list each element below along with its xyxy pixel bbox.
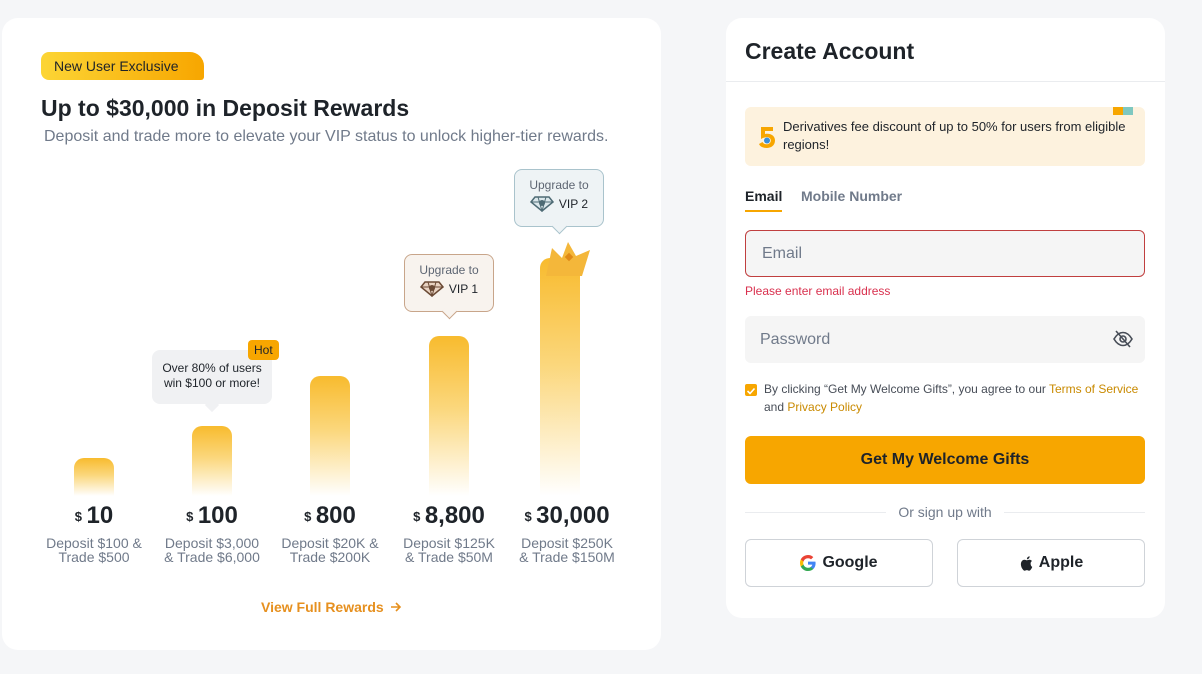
tab-email[interactable]: Email bbox=[745, 188, 783, 212]
divider bbox=[726, 81, 1165, 82]
google-icon bbox=[800, 555, 817, 571]
tier-requirement: Deposit $125K & Trade $50M bbox=[403, 535, 495, 565]
upgrade-vip1-tooltip: Upgrade to VIP 1 bbox=[404, 254, 494, 312]
tier-amount: $ 8,800 bbox=[413, 502, 485, 529]
email-field[interactable]: Email bbox=[745, 230, 1145, 277]
apple-label: Apple bbox=[1038, 554, 1084, 571]
reward-bar-30000 bbox=[540, 258, 580, 496]
upgrade-vip2-tooltip: Upgrade to VIP 2 bbox=[514, 169, 604, 227]
apple-icon bbox=[1020, 556, 1033, 571]
privacy-link[interactable]: Privacy Policy bbox=[787, 400, 862, 414]
hot-tooltip-line: Over 80% of users bbox=[162, 361, 262, 375]
reward-bar-800 bbox=[310, 376, 350, 496]
email-error-text: Please enter email address bbox=[745, 284, 891, 298]
form-title: Create Account bbox=[745, 38, 915, 64]
crown-icon bbox=[546, 242, 590, 276]
reward-bar-8800 bbox=[429, 336, 469, 496]
tier-amount: $ 30,000 bbox=[524, 502, 610, 529]
create-account-card: Create Account Derivatives fee discount … bbox=[726, 18, 1165, 618]
tier-requirement: Deposit $250K & Trade $150M bbox=[519, 535, 615, 565]
upgrade-label: Upgrade to bbox=[529, 178, 589, 192]
five-icon bbox=[759, 127, 775, 148]
apple-signup-button[interactable]: Apple bbox=[957, 539, 1145, 587]
google-signup-button[interactable]: Google bbox=[745, 539, 933, 587]
reward-bar-10 bbox=[74, 458, 114, 496]
google-label: Google bbox=[822, 554, 878, 571]
notice-corner-decoration bbox=[1113, 107, 1133, 115]
agreement-text: By clicking “Get My Welcome Gifts”, you … bbox=[764, 382, 1139, 414]
tier-requirement: Deposit $20K & Trade $200K bbox=[281, 535, 379, 565]
terms-link[interactable]: Terms of Service bbox=[1049, 382, 1138, 396]
tier-amount: $ 100 bbox=[186, 502, 238, 529]
tab-mobile-number[interactable]: Mobile Number bbox=[801, 188, 902, 204]
rewards-title: Up to $30,000 in Deposit Rewards bbox=[41, 95, 410, 121]
notice-text: Derivatives fee discount of up to 50% fo… bbox=[783, 119, 1126, 152]
view-full-rewards-label: View Full Rewards bbox=[261, 599, 384, 615]
upgrade-label: Upgrade to bbox=[419, 263, 479, 277]
tier-amount: $ 10 bbox=[74, 502, 114, 529]
hot-tooltip-line: win $100 or more! bbox=[163, 376, 261, 390]
eye-off-icon[interactable] bbox=[1113, 330, 1133, 348]
or-sign-up-text: Or sign up with bbox=[898, 504, 992, 520]
tier-requirement: Deposit $3,000 & Trade $6,000 bbox=[164, 535, 260, 565]
reward-bar-100 bbox=[192, 426, 232, 496]
vip2-label: VIP 2 bbox=[558, 197, 589, 211]
rewards-subtitle: Deposit and trade more to elevate your V… bbox=[44, 128, 609, 145]
vip1-diamond-icon bbox=[419, 281, 444, 297]
arrow-right-icon bbox=[390, 602, 401, 612]
check-icon bbox=[746, 387, 756, 395]
vip2-diamond-icon bbox=[529, 196, 554, 212]
rewards-card: New User Exclusive Up to $30,000 in Depo… bbox=[2, 18, 661, 650]
view-full-rewards-link[interactable]: View Full Rewards bbox=[261, 599, 402, 615]
fee-discount-notice: Derivatives fee discount of up to 50% fo… bbox=[745, 107, 1145, 166]
get-welcome-gifts-button[interactable]: Get My Welcome Gifts bbox=[745, 436, 1145, 484]
new-user-badge: New User Exclusive bbox=[41, 52, 205, 80]
tier-amount: $ 800 bbox=[304, 502, 356, 529]
tier-requirement: Deposit $100 & Trade $500 bbox=[46, 535, 142, 565]
hot-badge: Hot bbox=[248, 340, 279, 360]
password-placeholder: Password bbox=[760, 331, 831, 348]
vip1-label: VIP 1 bbox=[448, 282, 479, 296]
password-field[interactable]: Password bbox=[745, 316, 1145, 363]
or-sign-up-divider: Or sign up with bbox=[745, 504, 1145, 520]
agree-checkbox[interactable] bbox=[745, 384, 757, 396]
